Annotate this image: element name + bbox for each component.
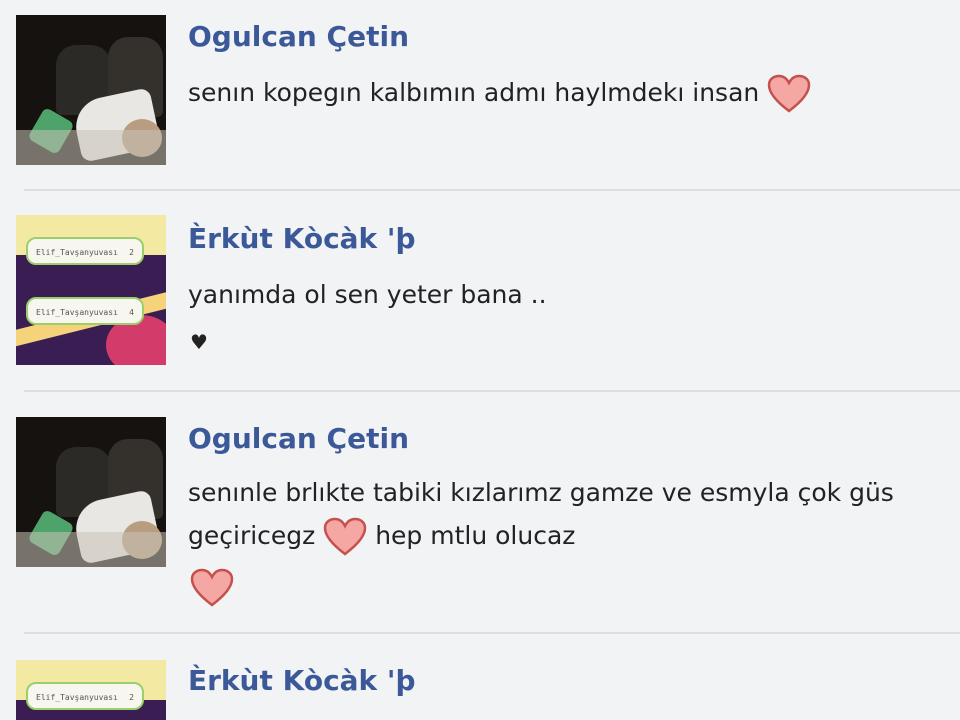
comment-text: yanımda ol sen yeter bana .. bbox=[188, 280, 547, 309]
author-name[interactable]: Ogulcan Çetin bbox=[188, 422, 409, 455]
comment-text: geçiricegz hep mtlu olucaz bbox=[188, 517, 575, 557]
avatar-photo-figure bbox=[16, 130, 166, 165]
author-name[interactable]: Èrkùt Kòcàk 'þ bbox=[188, 222, 416, 255]
avatar[interactable]: Elif_Tavşanyuvası 2 Elif_Tavşanyuvası 4 bbox=[16, 215, 166, 365]
divider bbox=[24, 632, 960, 634]
divider bbox=[24, 189, 960, 191]
avatar-bubble-text: Elif_Tavşanyuvası bbox=[36, 693, 118, 702]
heart-icon bbox=[190, 568, 234, 607]
avatar-bubble-text: Elif_Tavşanyuvası bbox=[36, 308, 118, 317]
avatar-bubble-count: 4 bbox=[129, 308, 134, 317]
small-heart-icon: ♥ bbox=[190, 330, 208, 354]
comment-text-segment: hep mtlu olucaz bbox=[375, 521, 576, 550]
avatar-speech-bubble: Elif_Tavşanyuvası 4 bbox=[26, 297, 144, 325]
divider bbox=[24, 390, 960, 392]
avatar-speech-bubble: Elif_Tavşanyuvası 2 bbox=[26, 682, 144, 710]
heart-icon bbox=[323, 517, 367, 556]
avatar-bubble-count: 2 bbox=[129, 248, 134, 257]
author-name[interactable]: Èrkùt Kòcàk 'þ bbox=[188, 664, 416, 697]
heart-icon bbox=[767, 74, 811, 113]
comment-text: senın kopegın kalbımın admı haylmdekı in… bbox=[188, 74, 811, 114]
avatar-speech-bubble: Elif_Tavşanyuvası 2 bbox=[26, 237, 144, 265]
avatar-bubble-text: Elif_Tavşanyuvası bbox=[36, 248, 118, 257]
comment-text: senınle brlıkte tabiki kızlarımz gamze v… bbox=[188, 478, 894, 507]
avatar-photo-figure bbox=[16, 532, 166, 567]
avatar[interactable]: Elif_Tavşanyuvası 2 bbox=[16, 660, 166, 720]
avatar[interactable] bbox=[16, 15, 166, 165]
comment-text-segment: geçiricegz bbox=[188, 521, 316, 550]
comment-text-segment: senın kopegın kalbımın admı haylmdekı in… bbox=[188, 78, 760, 107]
avatar-bubble-count: 2 bbox=[129, 693, 134, 702]
avatar[interactable] bbox=[16, 417, 166, 567]
author-name[interactable]: Ogulcan Çetin bbox=[188, 20, 409, 53]
comment-feed: Ogulcan Çetin senın kopegın kalbımın adm… bbox=[0, 0, 960, 720]
